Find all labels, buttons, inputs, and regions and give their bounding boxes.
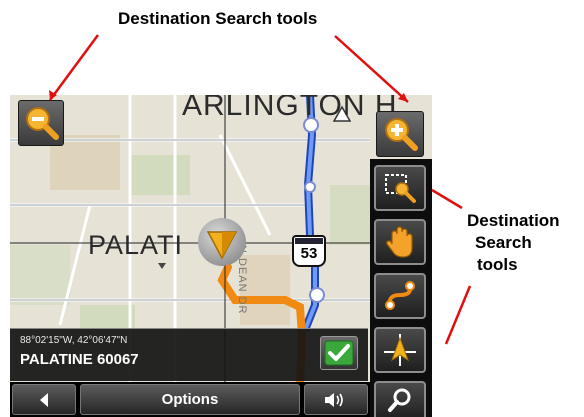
annotation-arrow-right-upper: [431, 188, 463, 210]
annotation-arrow-left: [48, 34, 100, 101]
annotation-arrow-top-right: [334, 35, 409, 103]
annotation-arrows: [48, 34, 472, 345]
annotation-arrow-right-lower: [444, 285, 472, 345]
